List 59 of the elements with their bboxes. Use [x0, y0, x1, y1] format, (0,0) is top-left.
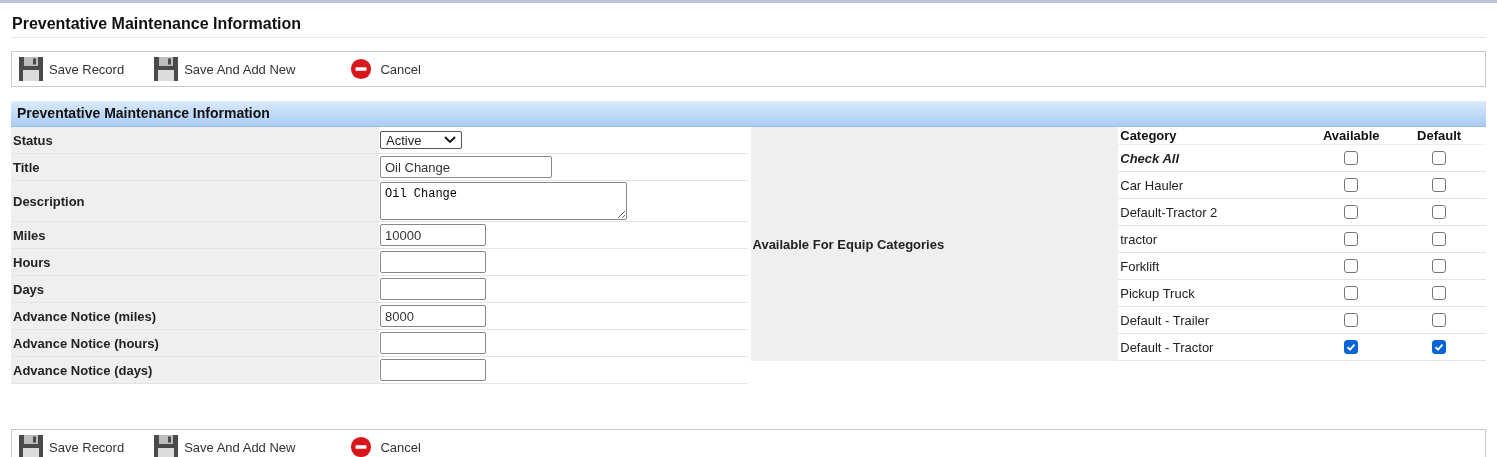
column-header: Available — [1321, 128, 1381, 143]
checkbox[interactable] — [1432, 151, 1447, 165]
checkbox[interactable] — [1432, 178, 1447, 192]
checkbox[interactable] — [1432, 286, 1447, 300]
input-field[interactable]: 8000 — [380, 305, 486, 327]
input-field[interactable] — [380, 359, 486, 381]
category-name: Pickup Truck — [1119, 285, 1196, 301]
checkbox[interactable] — [1432, 340, 1447, 354]
textarea-field[interactable]: Oil Change — [380, 182, 627, 220]
category-name: Default - Trailer — [1119, 312, 1211, 328]
cancel-icon — [350, 58, 373, 80]
checkbox[interactable] — [1344, 259, 1359, 273]
checkbox[interactable] — [1344, 178, 1359, 192]
toolbar-button[interactable]: Save And Add New — [152, 55, 296, 83]
field-label: Days — [13, 281, 45, 297]
checkbox[interactable] — [1432, 259, 1447, 273]
field-label: Miles — [13, 227, 46, 243]
field-label: Status — [13, 132, 53, 148]
toolbar-button[interactable]: Save Record — [17, 433, 125, 457]
checkbox[interactable] — [1344, 313, 1359, 327]
checkbox[interactable] — [1344, 151, 1359, 165]
checkbox[interactable] — [1344, 205, 1359, 219]
category-name: tractor — [1119, 231, 1159, 247]
field-label: Hours — [13, 254, 51, 270]
input-field[interactable]: Oil Change — [380, 156, 552, 178]
categories-label: Available For Equip Categories — [752, 236, 945, 252]
status-dropdown[interactable]: Active — [380, 131, 462, 149]
page-title: Preventative Maintenance Information — [12, 15, 301, 32]
category-name: Default - Tractor — [1119, 339, 1215, 355]
checkbox[interactable] — [1344, 232, 1359, 246]
input-field[interactable]: 10000 — [380, 224, 486, 246]
category-name: Car Hauler — [1119, 177, 1185, 193]
category-name: Forklift — [1119, 258, 1161, 274]
field-label: Advance Notice (days) — [13, 362, 153, 378]
toolbar-button[interactable]: Cancel — [350, 58, 421, 80]
check-icon — [1433, 341, 1446, 353]
checkbox[interactable] — [1344, 286, 1359, 300]
check-all-label: Check All — [1119, 150, 1181, 166]
input-field[interactable] — [380, 332, 486, 354]
checkbox[interactable] — [1432, 313, 1447, 327]
check-icon — [1345, 341, 1358, 353]
section-header: Preventative Maintenance Information — [11, 101, 1486, 127]
toolbar-button[interactable]: Save And Add New — [152, 433, 296, 457]
toolbar-button[interactable]: Save Record — [17, 55, 125, 83]
field-label: Advance Notice (miles) — [13, 308, 157, 324]
field-label: Title — [13, 159, 40, 175]
column-header: Default — [1416, 128, 1463, 143]
field-label: Description — [13, 193, 85, 209]
checkbox[interactable] — [1432, 205, 1447, 219]
checkbox[interactable] — [1344, 340, 1359, 354]
toolbar-button[interactable]: Cancel — [350, 436, 421, 457]
checkbox[interactable] — [1432, 232, 1447, 246]
chevron-down-icon — [444, 136, 456, 144]
field-label: Advance Notice (hours) — [13, 335, 159, 351]
input-field[interactable] — [380, 251, 486, 273]
cancel-icon — [350, 436, 373, 457]
category-name: Default-Tractor 2 — [1119, 204, 1219, 220]
input-field[interactable] — [380, 278, 486, 300]
column-header: Category — [1119, 128, 1178, 143]
